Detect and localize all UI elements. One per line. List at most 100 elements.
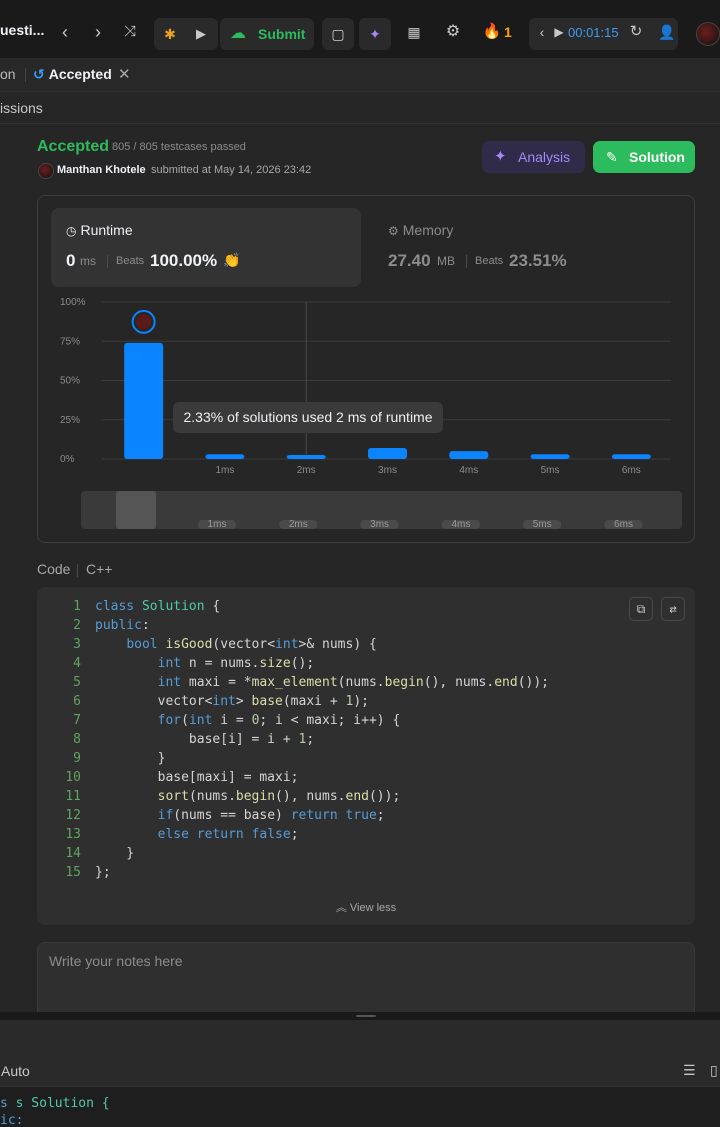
code-language: C++	[86, 561, 113, 577]
memory-value: 27.40	[388, 251, 431, 270]
edit-icon: ✎	[606, 149, 618, 165]
y-tick-label: 50%	[60, 376, 80, 387]
format-icon[interactable]: ☰	[683, 1062, 696, 1079]
swap-code-icon[interactable]: ⇄	[661, 597, 685, 621]
clock-icon: ◷	[66, 224, 77, 238]
submitter-name[interactable]: Manthan Khotele	[57, 164, 146, 176]
submissions-link[interactable]: issions	[0, 100, 43, 116]
line-number: 9	[73, 751, 81, 766]
minimap-label: 5ms	[533, 519, 552, 529]
line-number: 14	[65, 846, 81, 861]
analysis-label: Analysis	[518, 149, 571, 165]
minimap-window[interactable]	[116, 491, 156, 529]
y-tick-label: 25%	[60, 415, 80, 426]
settings-gear-icon[interactable]: ⚙	[441, 20, 465, 44]
runtime-unit: ms	[80, 254, 96, 268]
copy-icon[interactable]: ⧉	[629, 597, 653, 621]
chart-bar[interactable]	[205, 454, 245, 459]
timer-display[interactable]: 00:01:15	[568, 25, 619, 40]
runtime-beats-label: Beats	[116, 255, 145, 267]
testcases-passed: 805 / 805 testcases passed	[112, 141, 246, 153]
x-tick-label: 3ms	[378, 465, 397, 476]
chart-tooltip: 2.33% of solutions used 2 ms of runtime	[173, 402, 443, 433]
chart-bar[interactable]	[611, 454, 651, 459]
code-line-8: base[i] = i + 1;	[95, 732, 315, 747]
code-line-13: else return false;	[157, 827, 299, 842]
user-avatar[interactable]	[696, 22, 720, 46]
chevrons-up-icon: ︽	[335, 902, 347, 914]
solution-label: Solution	[629, 149, 685, 165]
layout-grid-icon[interactable]: ▦	[402, 20, 426, 44]
memory-label[interactable]: ⚙ Memory	[388, 222, 453, 238]
submit-label: Submit	[258, 26, 306, 42]
line-number: 3	[73, 637, 81, 652]
line-number: 10	[65, 770, 81, 785]
code-line-10: base[maxi] = maxi;	[95, 770, 299, 785]
run-icon[interactable]: ▶	[189, 22, 213, 46]
runtime-label-text: Runtime	[80, 222, 133, 238]
history-icon: ↺	[33, 66, 45, 82]
chart-bar[interactable]	[124, 342, 164, 459]
view-less-button[interactable]: ︽ View less	[37, 899, 695, 915]
add-friend-icon[interactable]: 👤	[655, 20, 679, 44]
code-line-2: public:	[95, 618, 150, 633]
minimap-label: 6ms	[614, 519, 633, 529]
minimap-label: 3ms	[370, 519, 389, 529]
shuffle-icon[interactable]: ⤨	[118, 20, 142, 44]
code-line-15: };	[95, 865, 111, 880]
code-line-6: vector<int> base(maxi + 1);	[95, 694, 369, 709]
runtime-stat[interactable]: ◷ Runtime 0 ms Beats 100.00% 👏	[51, 208, 361, 287]
auto-mode-label[interactable]: Auto	[1, 1063, 30, 1079]
chart-bar[interactable]	[530, 454, 570, 459]
cloud-upload-icon: ☁	[230, 25, 246, 42]
timer-reset-icon[interactable]: ↻	[624, 20, 648, 44]
code-line-4: int n = nums.size();	[157, 656, 315, 671]
notes-input[interactable]	[49, 951, 649, 971]
performance-card: ◷ Runtime 0 ms Beats 100.00% 👏 ⚙ Memory 27…	[37, 195, 695, 543]
tab-accepted-label: Accepted	[48, 66, 112, 82]
tab-accepted[interactable]: ↺ Accepted	[33, 66, 112, 83]
panel-resize-handle[interactable]	[0, 1012, 720, 1020]
code-line-1: class Solution {	[95, 599, 221, 614]
line-number: 8	[73, 732, 81, 747]
submitter-avatar[interactable]	[38, 163, 54, 179]
code-line-9: }	[95, 751, 166, 766]
tab-description[interactable]: on	[0, 66, 16, 82]
submission-detail-panel: Accepted 805 / 805 testcases passed Mant…	[0, 124, 720, 1032]
note-icon[interactable]: ▢	[322, 18, 354, 50]
chip-icon: ⚙	[388, 224, 399, 238]
code-block[interactable]: ⧉ ⇄ 1 class Solution { 2 public: 3 bool is…	[37, 587, 695, 925]
minimap-label: 2ms	[289, 519, 308, 529]
line-number: 11	[65, 789, 81, 804]
code-editor[interactable]: s s Solution { ic:	[0, 1086, 720, 1127]
runtime-separator	[107, 255, 108, 268]
result-status: Accepted	[37, 138, 110, 155]
close-icon[interactable]: ✕	[118, 65, 131, 83]
submit-button[interactable]: ☁ Submit	[220, 18, 314, 50]
solution-button[interactable]: ✎ Solution	[593, 141, 695, 173]
minimap-label: 4ms	[451, 519, 470, 529]
line-number: 13	[65, 827, 81, 842]
y-tick-label: 100%	[60, 297, 86, 308]
streak-fire-icon[interactable]: 🔥	[480, 20, 504, 44]
chart-bar[interactable]	[286, 455, 326, 459]
x-tick-label: 4ms	[459, 465, 478, 476]
chart-range-slider[interactable]: 1ms 2ms 3ms 4ms 5ms 6ms	[81, 491, 682, 529]
runtime-value: 0	[66, 251, 76, 270]
next-problem-icon[interactable]: ›	[86, 20, 110, 44]
editor-line-2: ic:	[0, 1113, 24, 1127]
code-line-12: if(nums == base) return true;	[157, 808, 385, 823]
ai-sparkle-icon[interactable]: ✦	[359, 18, 391, 50]
analysis-button[interactable]: ✦ Analysis	[482, 141, 585, 173]
code-line-5: int maxi = *max_element(nums.begin(), nu…	[157, 675, 550, 690]
problem-title[interactable]: uesti...	[0, 22, 44, 38]
y-tick-label: 0%	[60, 454, 75, 465]
chart-bar[interactable]	[368, 448, 407, 459]
prev-problem-icon[interactable]: ‹	[53, 20, 77, 44]
debug-icon[interactable]: ✱	[158, 22, 182, 46]
chart-bar[interactable]	[449, 451, 489, 459]
line-number: 15	[65, 865, 81, 880]
memory-beats-pct: 23.51%	[509, 251, 567, 270]
runtime-label: ◷ Runtime	[66, 222, 133, 238]
bookmark-icon[interactable]: ▯	[710, 1062, 718, 1079]
